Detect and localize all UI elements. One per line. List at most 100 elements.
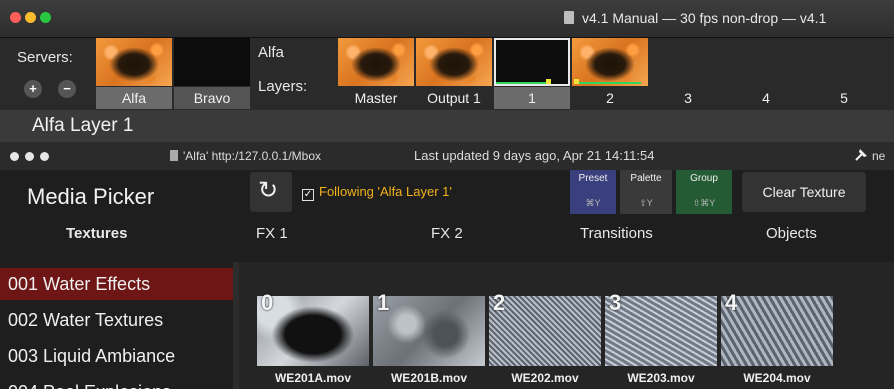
preset-label: Preset [578, 173, 608, 184]
layer-thumbnail [572, 38, 648, 86]
clip-thumbnail [373, 296, 485, 366]
layer-thumbnail [806, 38, 882, 86]
server-thumbnail [174, 38, 250, 86]
clip-index: 1 [377, 290, 390, 315]
group-label: Group [690, 173, 718, 184]
clip-tile[interactable]: 1 WE201B.mov [373, 290, 485, 389]
layer-label: 5 [840, 90, 848, 106]
layer-tile-3[interactable]: 3 [650, 38, 726, 110]
server-tile-alfa[interactable]: Alfa [96, 38, 172, 110]
server-label: Bravo [174, 87, 250, 109]
layer-level-line [579, 82, 641, 84]
inner-zoom-button[interactable] [40, 152, 49, 161]
layer-label: Master [354, 90, 398, 106]
clip-index: 0 [261, 290, 274, 315]
clip-name: WE202.mov [511, 371, 579, 385]
tab-transitions[interactable]: Transitions [580, 225, 653, 242]
zoom-window-button[interactable] [40, 12, 51, 23]
add-server-button[interactable]: + [24, 80, 42, 98]
layer-label: Output 1 [427, 90, 481, 106]
layer-label: 1 [494, 87, 570, 109]
active-server-name: Alfa [258, 44, 284, 61]
inner-close-button[interactable] [10, 152, 19, 161]
server-url: 'Alfa' http:/127.0.0.1/Mbox [183, 149, 321, 163]
server-tile-bravo[interactable]: Bravo [174, 38, 250, 110]
layer-tile-2[interactable]: 2 [572, 38, 648, 110]
minimize-window-button[interactable] [25, 12, 36, 23]
clip-grid: 0 WE201A.mov 1 WE201B.mov 2 WE202.mov 3 … [239, 262, 894, 389]
folder-item[interactable]: 001 Water Effects [0, 268, 233, 300]
tab-fx-1[interactable]: FX 1 [256, 225, 288, 242]
following-label: Following 'Alfa Layer 1' [319, 184, 452, 199]
layer-thumbnail [650, 38, 726, 86]
media-picker-header: Media Picker ↻ ✓ Following 'Alfa Layer 1'… [0, 170, 894, 262]
palette-shortcut: ⇧Y [639, 198, 653, 208]
layer-tile-1[interactable]: 1 [494, 38, 570, 110]
tab-fx-2[interactable]: FX 2 [431, 225, 463, 242]
inner-window-bar: 'Alfa' http:/127.0.0.1/Mbox Last updated… [0, 142, 894, 170]
server-thumbnail [96, 38, 172, 86]
refresh-icon: ↻ [258, 177, 279, 204]
preset-shortcut: ⌘Y [585, 198, 601, 208]
window-title-bar: v4.1 Manual — 30 fps non-drop — v4.1 [0, 0, 894, 38]
folder-list: 001 Water Effects 002 Water Textures 003… [0, 262, 233, 389]
layers-label: Layers: [258, 78, 308, 95]
clip-name: WE203.mov [627, 371, 695, 385]
refresh-button[interactable]: ↻ [250, 172, 292, 212]
layer-level-marker [546, 79, 551, 84]
layer-label: 3 [684, 90, 692, 106]
folder-item[interactable]: 003 Liquid Ambiance [0, 340, 233, 372]
clip-thumbnail [605, 296, 717, 366]
clip-name: WE201A.mov [274, 371, 352, 385]
tab-textures[interactable]: Textures [66, 225, 127, 242]
group-shortcut: ⇧⌘Y [692, 198, 716, 208]
palette-button[interactable]: Palette ⇧Y [620, 170, 672, 214]
document-icon [170, 150, 178, 161]
clip-index: 2 [493, 290, 506, 315]
preset-button[interactable]: Preset ⌘Y [570, 170, 616, 214]
clip-index: 3 [609, 290, 622, 315]
window-title: v4.1 Manual — 30 fps non-drop — v4.1 [582, 10, 827, 26]
folder-item[interactable]: 004 Pool Explosions [0, 376, 233, 389]
layer-title: Alfa Layer 1 [32, 115, 134, 136]
layer-thumbnail [338, 38, 414, 86]
pin-icon[interactable] [852, 146, 870, 164]
clip-thumbnail [721, 296, 833, 366]
server-label: Alfa [96, 87, 172, 109]
media-picker-title: Media Picker [27, 184, 155, 209]
layer-thumbnail [728, 38, 804, 86]
layer-level-line [496, 82, 548, 84]
clip-tile[interactable]: 2 WE202.mov [489, 290, 601, 389]
group-button[interactable]: Group ⇧⌘Y [676, 170, 732, 214]
servers-label: Servers: [17, 49, 73, 66]
clip-thumbnail [489, 296, 601, 366]
folder-item[interactable]: 002 Water Textures [0, 304, 233, 336]
clip-thumbnail [257, 296, 369, 366]
layer-thumbnail [494, 38, 570, 86]
layer-label: 4 [762, 90, 770, 106]
truncated-text: ne [872, 149, 886, 163]
clear-texture-button[interactable]: Clear Texture [742, 172, 866, 212]
clip-tile[interactable]: 3 WE203.mov [605, 290, 717, 389]
clip-name: WE201B.mov [390, 371, 468, 385]
inner-minimize-button[interactable] [25, 152, 34, 161]
clip-tile[interactable]: 4 WE204.mov [721, 290, 833, 389]
layer-thumbnail [416, 38, 492, 86]
tab-objects[interactable]: Objects [766, 225, 817, 242]
following-checkbox[interactable]: ✓ [302, 189, 314, 201]
close-window-button[interactable] [10, 12, 21, 23]
layer-header: Alfa Layer 1 [0, 110, 894, 142]
layer-tile-output-1[interactable]: Output 1 [416, 38, 492, 110]
following-layer-toggle[interactable]: ✓ Following 'Alfa Layer 1' [302, 184, 452, 201]
clip-tile[interactable]: 0 WE201A.mov [257, 290, 369, 389]
layer-label: 2 [606, 90, 614, 106]
last-updated-text: Last updated 9 days ago, Apr 21 14:11:54 [414, 148, 655, 163]
layer-tile-4[interactable]: 4 [728, 38, 804, 110]
clip-name: WE204.mov [743, 371, 811, 385]
layer-tile-5[interactable]: 5 [806, 38, 882, 110]
document-icon [564, 11, 574, 24]
layer-tile-master[interactable]: Master [338, 38, 414, 110]
clip-index: 4 [725, 290, 738, 315]
remove-server-button[interactable]: − [58, 80, 76, 98]
palette-label: Palette [630, 173, 662, 184]
